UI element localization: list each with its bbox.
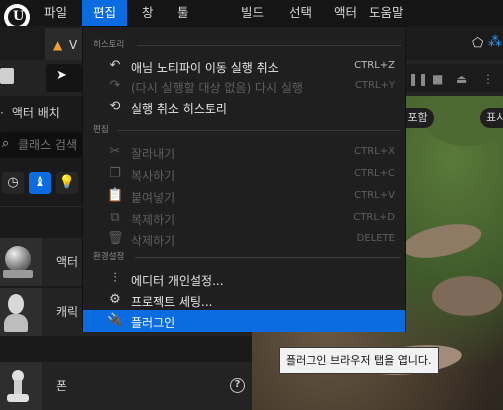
menu-item-cut[interactable]: ✂ 잘라내기 CTRL+X (83, 141, 405, 163)
character-icon (0, 288, 42, 336)
warning-icon: ▲ (53, 38, 63, 52)
asset-name: 폰 (56, 379, 68, 393)
sliders-icon: ⫶ (113, 271, 117, 286)
menu-select[interactable]: 선택 (278, 0, 323, 26)
menu-window[interactable]: 창 (131, 0, 165, 26)
menu-item-paste[interactable]: 📋 붙여넣기 CTRL+V (83, 185, 405, 207)
section-label-settings: 환경설정 (93, 252, 125, 262)
show-chip[interactable]: 표시 (480, 108, 503, 128)
asset-name: 액터 (56, 255, 79, 269)
shortcut-label: CTRL+Z (354, 60, 395, 71)
menu-item-label: 복제하기 (131, 213, 176, 227)
edit-menu-dropdown: 히스토리 ↶ 애님 노티파이 이동 실행 취소 CTRL+Z ↷ (다시 실행할… (82, 26, 406, 332)
paste-icon: 📋 (107, 188, 124, 203)
menu-item-undo-history[interactable]: ⟲ 실행 취소 히스토리 (83, 96, 405, 118)
clock-icon: ◷ (7, 175, 19, 190)
stop-icon[interactable]: ■ (432, 72, 443, 86)
shortcut-label: DELETE (356, 233, 395, 244)
shapes-icon: ♝ (34, 175, 46, 190)
menu-item-label: 플러그인 (131, 316, 176, 330)
basic-category-button[interactable]: ♝ (29, 172, 51, 194)
menu-item-label: 애님 노티파이 이동 실행 취소 (131, 61, 279, 75)
pawn-icon (0, 362, 42, 410)
menu-item-label: 삭제하기 (131, 234, 176, 248)
asset-name: 캐릭 (56, 305, 79, 319)
copy-icon: ❐ (109, 166, 121, 181)
class-search-field[interactable]: ⌕ (0, 132, 82, 158)
level-tab-label: V (69, 38, 78, 52)
menu-item-label: 복사하기 (131, 169, 176, 183)
redo-icon: ↷ (109, 78, 121, 93)
more-icon[interactable]: ⋮ (482, 72, 494, 86)
delete-icon: 🗑 (107, 231, 124, 246)
sphere-icon (0, 238, 42, 286)
eject-icon[interactable]: ⏏ (456, 72, 467, 86)
menu-item-undo[interactable]: ↶ 애님 노티파이 이동 실행 취소 CTRL+Z (83, 55, 405, 77)
history-icon: ⟲ (109, 99, 121, 114)
shortcut-label: CTRL+Y (354, 80, 395, 91)
select-mode-button[interactable]: ➤ (46, 64, 82, 92)
shortcut-label: CTRL+C (354, 168, 395, 179)
menu-item-editor-preferences[interactable]: ⫶ 에디터 개인설정... (83, 268, 405, 290)
section-divider (137, 45, 401, 46)
shortcut-label: CTRL+V (354, 190, 395, 201)
cut-icon: ✂ (109, 144, 121, 159)
menu-item-redo[interactable]: ↷ (다시 실행할 대상 없음) 다시 실행 CTRL+Y (83, 75, 405, 97)
project-settings-icon: ⚙ (109, 292, 121, 307)
menu-tools[interactable]: 툴 (166, 0, 200, 26)
menu-item-label: 잘라내기 (131, 147, 176, 161)
panel-title: · 액터 배치 (0, 100, 60, 126)
menu-item-plugins[interactable]: 🔌 플러그인 (83, 310, 405, 332)
shortcut-label: CTRL+D (353, 212, 395, 223)
cursor-icon: ➤ (56, 68, 67, 83)
bulb-icon: 💡 (58, 175, 76, 190)
menu-item-duplicate[interactable]: ⧉ 복제하기 CTRL+D (83, 207, 405, 229)
shortcut-label: CTRL+X (354, 146, 395, 157)
source-control-icon[interactable]: ⬠ (472, 36, 483, 51)
pause-icon[interactable]: ❚❚ (408, 72, 428, 86)
menu-bar: U 파일 편집 창 툴 빌드 선택 액터 도움말 (0, 0, 503, 30)
panel-tab-icon: · (0, 106, 4, 120)
section-divider (117, 130, 401, 131)
menu-item-project-settings[interactable]: ⚙ 프로젝트 세팅... (83, 289, 405, 311)
level-tab[interactable]: ▲ V (45, 28, 82, 60)
menu-item-label: 붙여넣기 (131, 191, 176, 205)
class-search-input[interactable] (18, 132, 82, 158)
menu-item-delete[interactable]: 🗑 삭제하기 DELETE (83, 228, 405, 250)
plugins-tooltip: 플러그인 브라우저 탭을 엽니다. (279, 347, 439, 374)
menu-file[interactable]: 파일 (33, 0, 78, 26)
menu-item-copy[interactable]: ❐ 복사하기 CTRL+C (83, 163, 405, 185)
menu-build[interactable]: 빌드 (230, 0, 275, 26)
section-label-edit: 편집 (93, 125, 109, 135)
undo-icon: ↶ (109, 58, 121, 73)
recent-category-button[interactable]: ◷ (2, 172, 24, 194)
plugin-icon: 🔌 (107, 313, 124, 328)
connection-icon[interactable]: ⁂ (488, 34, 502, 50)
play-controls: ❚❚ ■ ⏏ ⋮ (406, 64, 503, 92)
search-icon: ⌕ (2, 136, 10, 151)
section-label-history: 히스토리 (93, 40, 125, 50)
help-icon[interactable]: ? (230, 378, 245, 393)
list-item[interactable]: 폰 ? (0, 362, 252, 410)
menu-item-label: 실행 취소 히스토리 (131, 102, 227, 116)
menu-item-label: 에디터 개인설정... (131, 274, 224, 288)
menu-edit[interactable]: 편집 (82, 0, 128, 26)
menu-help[interactable]: 도움말 (358, 0, 415, 26)
menu-item-label: 프로젝트 세팅... (131, 295, 213, 309)
section-divider (135, 257, 401, 258)
duplicate-icon: ⧉ (110, 210, 120, 225)
save-icon[interactable] (0, 68, 14, 84)
rock (432, 276, 502, 316)
lights-category-button[interactable]: 💡 (56, 172, 78, 194)
menu-item-label: (다시 실행할 대상 없음) 다시 실행 (131, 81, 303, 95)
